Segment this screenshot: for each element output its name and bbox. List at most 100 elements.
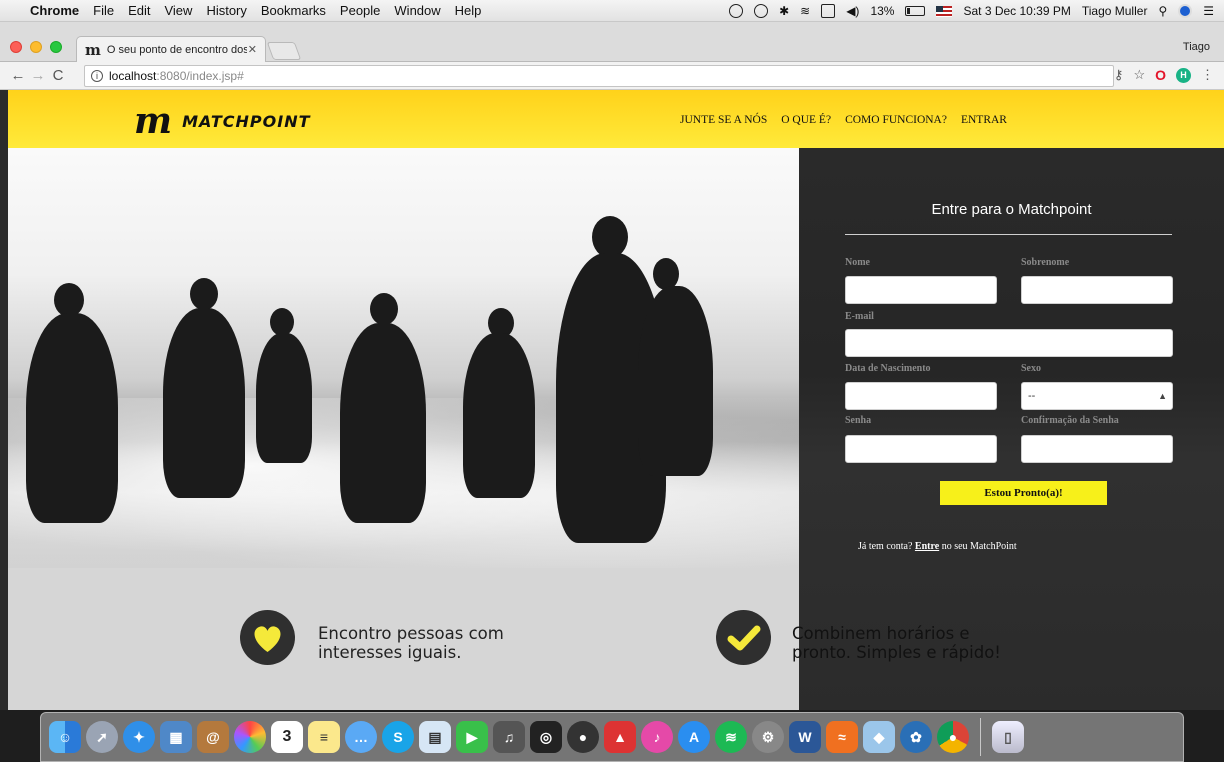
menu-edit[interactable]: Edit: [128, 3, 150, 18]
user-name[interactable]: Tiago Muller: [1082, 4, 1148, 18]
sexo-select[interactable]: -- ▲: [1021, 382, 1173, 410]
forward-icon[interactable]: →: [28, 67, 48, 84]
nascimento-label: Data de Nascimento: [845, 363, 931, 374]
features-section: Encontro pessoas com interesses iguais.: [8, 568, 799, 710]
wifi-icon[interactable]: ≋: [800, 4, 810, 18]
virtualbox-icon[interactable]: ◆: [863, 721, 895, 753]
notification-center-icon[interactable]: ☰: [1203, 4, 1214, 18]
new-tab-button[interactable]: [266, 42, 302, 60]
sublime-icon[interactable]: ≈: [826, 721, 858, 753]
time-machine-icon[interactable]: [754, 4, 769, 18]
menu-file[interactable]: File: [93, 3, 114, 18]
profile-name[interactable]: Tiago: [1183, 41, 1210, 53]
system-preferences-icon[interactable]: ⚙: [752, 721, 784, 753]
finder-icon[interactable]: ☺: [49, 721, 81, 753]
itunes-icon[interactable]: ♪: [641, 721, 673, 753]
menu-people[interactable]: People: [340, 3, 380, 18]
reload-icon[interactable]: C: [48, 67, 68, 84]
preview-docs-icon[interactable]: ▤: [419, 721, 451, 753]
nav-o-que-e[interactable]: O QUE É?: [781, 114, 831, 126]
browser-tab-active[interactable]: m O seu ponto de encontro dos e ✕: [76, 36, 266, 62]
nav-como-funciona[interactable]: COMO FUNCIONA?: [845, 114, 947, 126]
calendar-icon[interactable]: 3: [271, 721, 303, 753]
clock[interactable]: Sat 3 Dec 10:39 PM: [963, 4, 1070, 18]
notes-icon[interactable]: ≡: [308, 721, 340, 753]
sexo-selected-value: --: [1028, 390, 1036, 402]
skype-icon[interactable]: S: [382, 721, 414, 753]
close-window-button[interactable]: [10, 41, 22, 53]
spotlight-icon[interactable]: ⚲: [1158, 4, 1167, 18]
maximize-window-button[interactable]: [50, 41, 62, 53]
email-input[interactable]: [845, 329, 1173, 357]
login-link[interactable]: Entre: [915, 541, 939, 552]
airplay-icon[interactable]: [821, 4, 836, 18]
runner-figure: [256, 333, 312, 463]
feature-1-line-2: interesses iguais.: [318, 643, 462, 662]
nome-label: Nome: [845, 257, 870, 268]
macos-dock: ☺ ➚ ✦ ▦ @ 3 ≡ … S ▤ ▶ ♫ ◎ ● ▲ ♪ A ≋ ⚙ W …: [40, 712, 1184, 762]
facetime-icon[interactable]: ▶: [456, 721, 488, 753]
globe-icon[interactable]: [729, 4, 744, 18]
sobrenome-label: Sobrenome: [1021, 257, 1070, 268]
runner-figure: [26, 313, 118, 523]
chrome-icon[interactable]: ●: [937, 721, 969, 753]
bookmark-star-icon[interactable]: ☆: [1133, 67, 1145, 83]
sourcetree-icon[interactable]: ✿: [900, 721, 932, 753]
chrome-menu-icon[interactable]: ⋮: [1201, 67, 1214, 83]
info-icon[interactable]: i: [91, 70, 103, 82]
key-icon[interactable]: ⚷: [1114, 67, 1124, 83]
feature-2-line-1: Combinem horários e: [792, 624, 970, 643]
nav-entrar[interactable]: ENTRAR: [961, 114, 1007, 126]
confirmacao-senha-input[interactable]: [1021, 435, 1173, 463]
site-nav: JUNTE SE A NÓS O QUE É? COMO FUNCIONA? E…: [680, 114, 1007, 126]
opera-extension-icon[interactable]: O: [1155, 67, 1166, 83]
menu-app-chrome[interactable]: Chrome: [30, 3, 79, 18]
nascimento-input[interactable]: [845, 382, 997, 410]
menu-bookmarks[interactable]: Bookmarks: [261, 3, 326, 18]
menu-view[interactable]: View: [164, 3, 192, 18]
launchpad-icon[interactable]: ➚: [86, 721, 118, 753]
runner-figure: [370, 293, 398, 325]
tab-title: O seu ponto de encontro dos e: [106, 43, 247, 56]
messages-icon[interactable]: …: [345, 721, 377, 753]
runner-figure: [270, 308, 294, 336]
hola-extension-icon[interactable]: H: [1176, 67, 1191, 83]
popcorn-time-icon[interactable]: ▲: [604, 721, 636, 753]
minimize-window-button[interactable]: [30, 41, 42, 53]
word-icon[interactable]: W: [789, 721, 821, 753]
senha-input[interactable]: [845, 435, 997, 463]
garageband-icon[interactable]: ♫: [493, 721, 525, 753]
menu-history[interactable]: History: [206, 3, 246, 18]
feature-2-line-2: pronto. Simples e rápido!: [792, 643, 1001, 662]
photos-icon[interactable]: [234, 721, 266, 753]
camera-icon[interactable]: ●: [567, 721, 599, 753]
bluetooth-icon[interactable]: ✱: [779, 4, 789, 18]
preview-icon[interactable]: ▦: [160, 721, 192, 753]
nav-junte-se[interactable]: JUNTE SE A NÓS: [680, 114, 767, 126]
submit-button[interactable]: Estou Pronto(a)!: [940, 481, 1107, 505]
nome-input[interactable]: [845, 276, 997, 304]
signup-title: Entre para o Matchpoint: [931, 201, 1092, 218]
close-tab-icon[interactable]: ✕: [248, 43, 257, 56]
runner-figure: [592, 216, 628, 258]
safari-icon[interactable]: ✦: [123, 721, 155, 753]
spotify-icon[interactable]: ≋: [715, 721, 747, 753]
matchpoint-logo[interactable]: m MATCHPOINT: [134, 103, 311, 139]
address-bar[interactable]: i localhost:8080/index.jsp#: [84, 65, 1114, 87]
volume-icon[interactable]: ◀): [846, 4, 859, 18]
contacts-icon[interactable]: @: [197, 721, 229, 753]
sobrenome-input[interactable]: [1021, 276, 1173, 304]
app-store-icon[interactable]: A: [678, 721, 710, 753]
battery-icon[interactable]: [905, 6, 926, 16]
menu-window[interactable]: Window: [394, 3, 440, 18]
dock-separator: [980, 718, 981, 756]
siri-icon[interactable]: [1178, 4, 1193, 18]
feature-text-2: Combinem horários e pronto. Simples e rá…: [792, 624, 1001, 662]
feature-text-1: Encontro pessoas com interesses iguais.: [318, 624, 504, 662]
back-icon[interactable]: ←: [8, 67, 28, 84]
menu-help[interactable]: Help: [455, 3, 482, 18]
input-flag-icon[interactable]: [936, 5, 953, 17]
sexo-label: Sexo: [1021, 363, 1041, 374]
photobooth-icon[interactable]: ◎: [530, 721, 562, 753]
trash-icon[interactable]: ▯: [992, 721, 1024, 753]
